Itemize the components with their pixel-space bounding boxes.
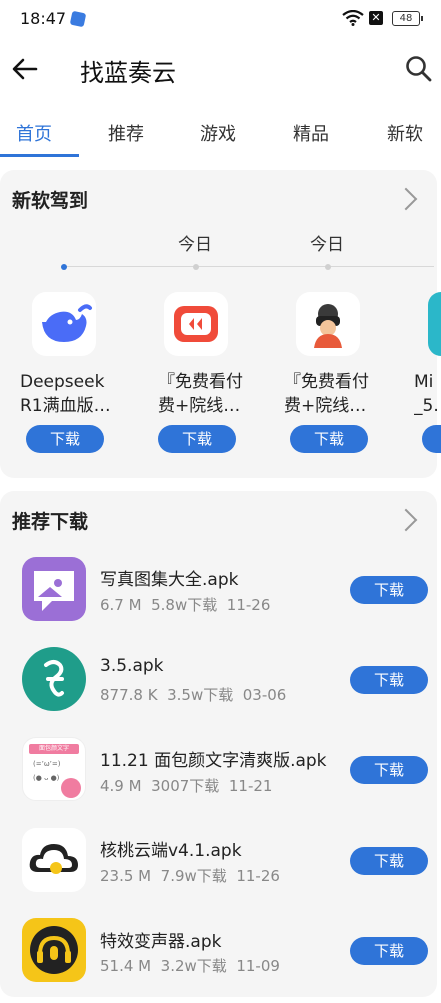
- sim-x-icon: ✕: [369, 11, 383, 25]
- download-button[interactable]: 下载: [350, 937, 428, 965]
- photo-album-icon[interactable]: [22, 557, 86, 621]
- item-meta: 23.5 M 7.9w下载 11-26: [100, 867, 280, 885]
- status-time: 18:47: [20, 9, 67, 28]
- download-button[interactable]: 下载: [290, 425, 368, 453]
- item-meta: 4.9 M 3007下载 11-21: [100, 777, 273, 795]
- timeline-dot: [325, 264, 331, 270]
- tab-bar: 首页 推荐 游戏 精品 新软: [0, 108, 441, 158]
- timeline-dot: [193, 264, 199, 270]
- download-button[interactable]: 下载: [350, 756, 428, 784]
- wifi-icon: [342, 10, 364, 26]
- back-arrow-icon[interactable]: [10, 54, 40, 84]
- kaomoji-glyph: (● ᴗ ●): [33, 774, 60, 782]
- item-name: 写真图集大全.apk: [100, 570, 239, 590]
- vr-avatar-icon[interactable]: [296, 292, 360, 356]
- tab-featured[interactable]: 精品: [293, 120, 329, 146]
- palette-icon: [61, 778, 81, 798]
- app-name: 『免费看付 费+院线…: [158, 372, 243, 416]
- timeline-line: [64, 266, 434, 267]
- teal-s-icon[interactable]: [22, 647, 86, 711]
- tab-games[interactable]: 游戏: [200, 120, 236, 146]
- timeline-label: 今日: [178, 235, 212, 255]
- section-title: 推荐下载: [12, 511, 89, 533]
- kaomoji-glyph: (=’ω’=): [33, 760, 61, 768]
- item-meta: 6.7 M 5.8w下载 11-26: [100, 596, 271, 614]
- headphone-mic-icon[interactable]: [22, 918, 86, 982]
- chevron-right-icon[interactable]: [394, 508, 418, 532]
- battery-indicator: 48: [392, 11, 423, 26]
- item-meta: 51.4 M 3.2w下载 11-09: [100, 957, 280, 975]
- app-name: Deepseek R1满血版…: [20, 372, 111, 416]
- notification-app-icon: [69, 10, 87, 28]
- app-name: Mi _5.: [414, 372, 439, 416]
- search-icon[interactable]: [404, 54, 434, 84]
- cloud-icon[interactable]: [22, 828, 86, 892]
- item-name: 11.21 面包颜文字清爽版.apk: [100, 751, 327, 771]
- video-play-icon[interactable]: [164, 292, 228, 356]
- item-name: 特效变声器.apk: [100, 932, 222, 952]
- download-button[interactable]: 下载: [350, 666, 428, 694]
- download-button[interactable]: 下载: [350, 847, 428, 875]
- kaomoji-icon-banner: 面包颜文字: [29, 744, 79, 754]
- whale-icon[interactable]: [32, 292, 96, 356]
- section-title: 新软驾到: [12, 190, 89, 212]
- chevron-right-icon[interactable]: [394, 187, 418, 211]
- status-bar: 18:47 ✕ 48: [0, 0, 441, 38]
- item-name: 3.5.apk: [100, 656, 164, 676]
- timeline-label: 今日: [310, 235, 344, 255]
- download-button[interactable]: 下载: [158, 425, 236, 453]
- active-tab-indicator: [0, 154, 79, 157]
- teal-app-icon[interactable]: [428, 292, 441, 356]
- tab-new-software[interactable]: 新软: [387, 120, 423, 146]
- download-button[interactable]: 下载: [26, 425, 104, 453]
- page-title: 找蓝奏云: [80, 59, 176, 87]
- tab-home[interactable]: 首页: [16, 120, 52, 146]
- download-button[interactable]: 下载: [350, 576, 428, 604]
- kaomoji-icon[interactable]: 面包颜文字 (=’ω’=) (● ᴗ ●): [22, 737, 86, 801]
- app-bar: 找蓝奏云: [0, 38, 441, 100]
- item-meta: 877.8 K 3.5w下载 03-06: [100, 686, 287, 704]
- app-name: 『免费看付 费+院线…: [284, 372, 369, 416]
- item-name: 核桃云端v4.1.apk: [100, 841, 242, 861]
- timeline-dot: [61, 264, 67, 270]
- tab-recommend[interactable]: 推荐: [108, 120, 144, 146]
